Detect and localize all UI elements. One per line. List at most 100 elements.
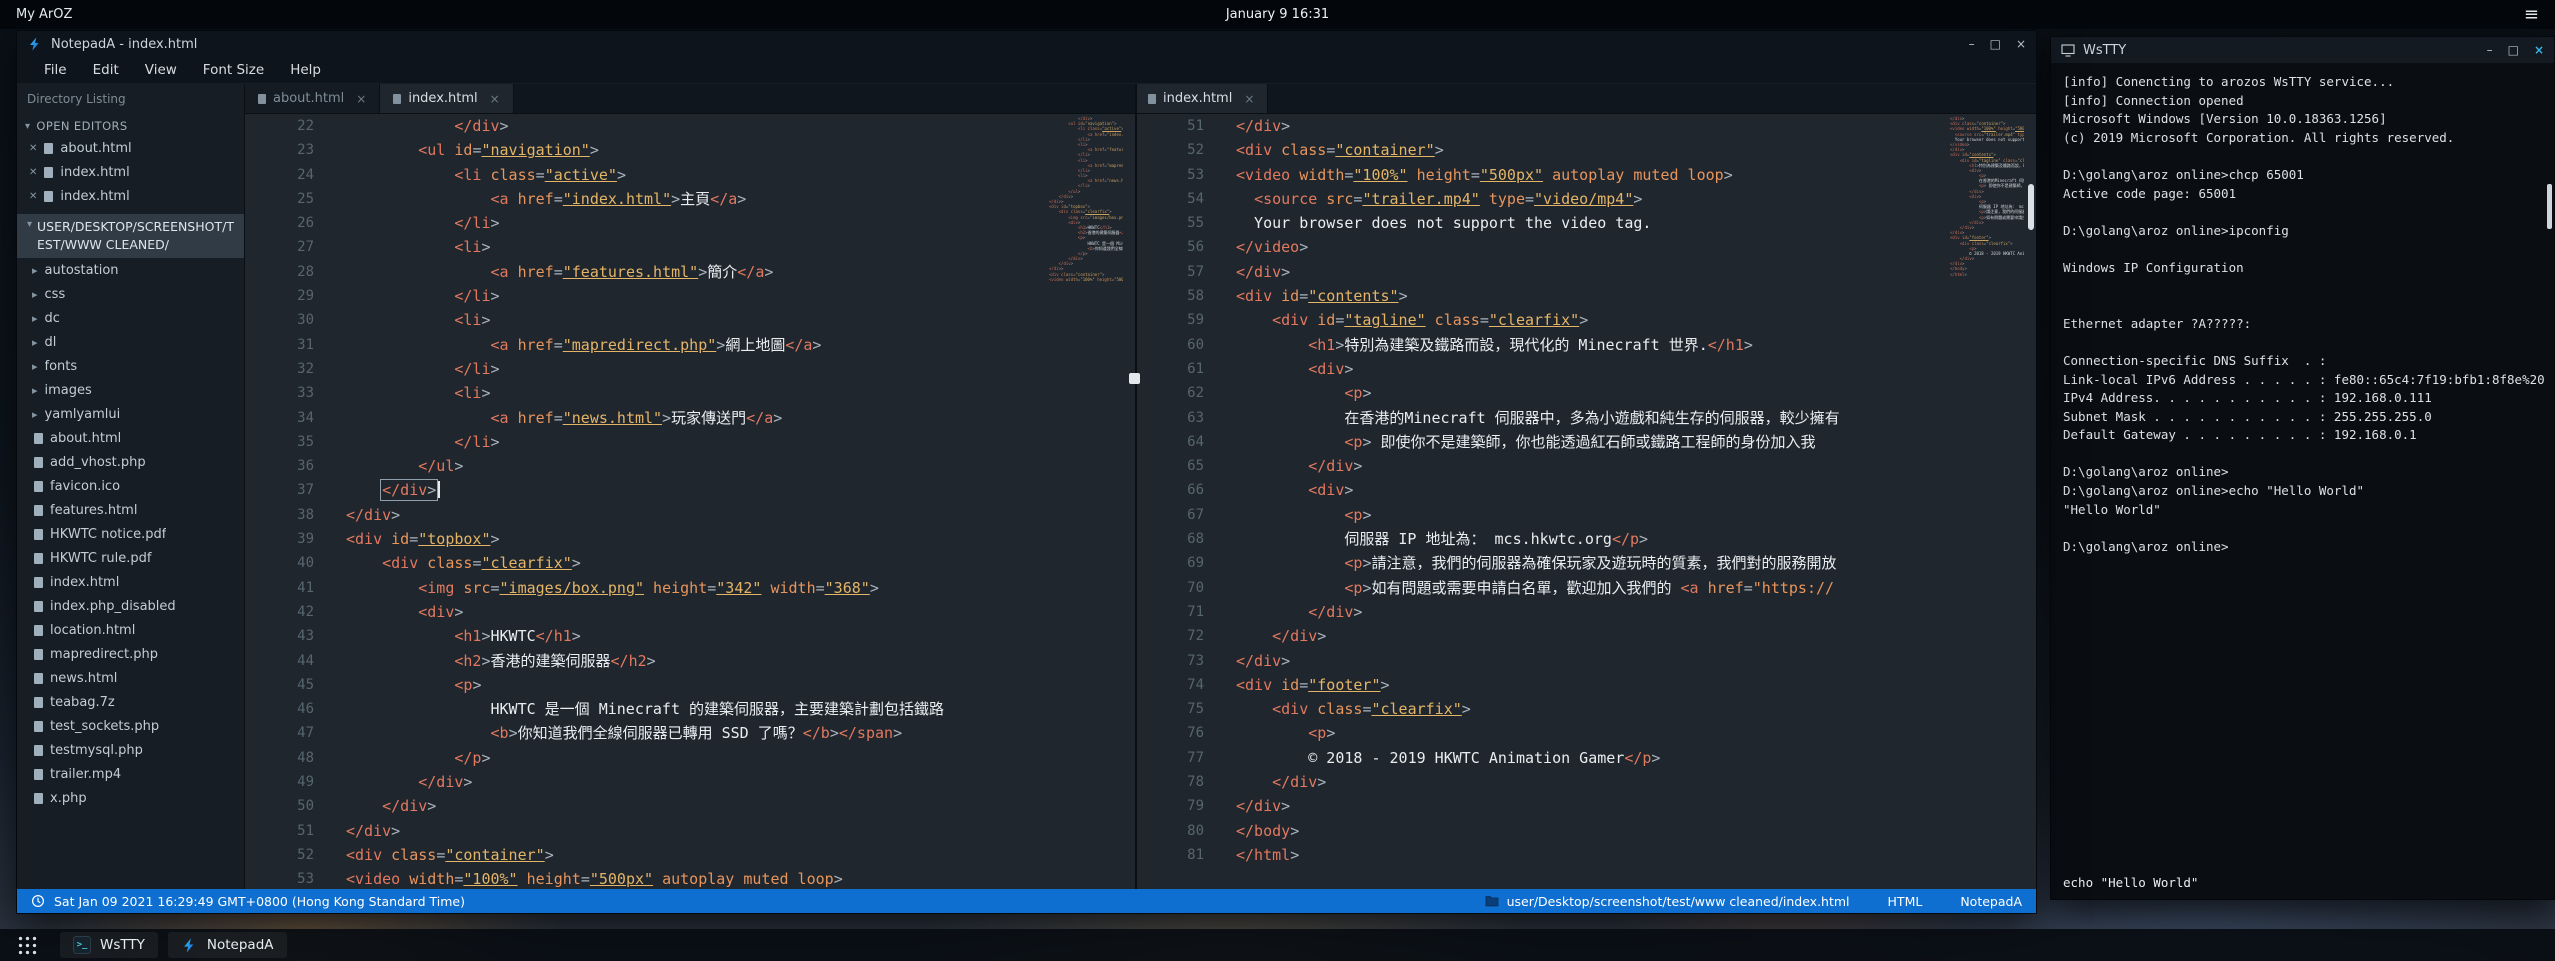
tab-index.html[interactable]: index.html× (380, 84, 513, 113)
file-item[interactable]: teabag.7z (17, 690, 244, 714)
caret-right-icon: ▸ (32, 336, 38, 349)
file-item[interactable]: about.html (17, 426, 244, 450)
scrollbar-thumb[interactable] (2028, 184, 2034, 230)
editor-pane-left: about.html×index.html× 22232425262728293… (245, 84, 1135, 889)
file-item[interactable]: trailer.mp4 (17, 762, 244, 786)
status-language[interactable]: HTML (1888, 894, 1923, 909)
minimap[interactable]: </div> <ul id="navigation"> <li class="a… (1049, 116, 1123, 282)
system-brand[interactable]: My ArOZ (16, 7, 72, 22)
scrollbar-thumb[interactable] (2547, 184, 2552, 229)
status-filepath[interactable]: user/Desktop/screenshot/test/www cleaned… (1507, 894, 1850, 909)
terminal-line (2063, 519, 2542, 538)
maximize-button[interactable]: □ (2508, 44, 2519, 56)
system-clock: January 9 16:31 (1226, 7, 1329, 22)
file-item[interactable]: HKWTC rule.pdf (17, 546, 244, 570)
code-area[interactable]: </div><div class="container"><video widt… (1220, 114, 2036, 889)
line-number: 43 (245, 624, 314, 648)
gutter: 2223242526272829303132333435363738394041… (245, 114, 330, 889)
code-line: <video width="100%" height="500px" autop… (1236, 163, 2036, 187)
file-label: index.html (50, 575, 119, 590)
folder-item[interactable]: ▸dl (17, 330, 244, 354)
file-item[interactable]: x.php (17, 786, 244, 810)
root-folder-header[interactable]: ▾ USER/DESKTOP/SCREENSHOT/TEST/WWW CLEAN… (17, 214, 244, 258)
file-item[interactable]: index.php_disabled (17, 594, 244, 618)
line-number: 59 (1135, 308, 1204, 332)
pane-splitter-handle[interactable] (1129, 373, 1140, 384)
folder-item[interactable]: ▸css (17, 282, 244, 306)
file-item[interactable]: favicon.ico (17, 474, 244, 498)
code-line: <a href="index.html">主頁</a> (346, 187, 1135, 211)
editor-right[interactable]: 5152535455565758596061626364656667686970… (1135, 114, 2036, 889)
terminal-line: Subnet Mask . . . . . . . . . . . : 255.… (2063, 408, 2542, 427)
open-editors-header[interactable]: ▾ OPEN EDITORS (17, 116, 244, 136)
gutter: 5152535455565758596061626364656667686970… (1135, 114, 1220, 889)
close-editor-icon[interactable]: ✕ (29, 167, 37, 178)
menu-edit[interactable]: Edit (80, 57, 132, 83)
close-tab-icon[interactable]: × (1244, 92, 1254, 106)
folder-label: yamlyamlui (45, 407, 121, 422)
terminal-input[interactable]: echo "Hello World" (2063, 875, 2198, 890)
matched-tag-highlight: </div> (382, 481, 436, 499)
hamburger-menu-icon[interactable]: ≡ (2524, 4, 2539, 25)
line-number: 42 (245, 600, 314, 624)
taskbar: >_ WsTTY NotepadA (0, 929, 2555, 961)
close-button[interactable]: × (2534, 44, 2544, 56)
terminal-line: Active code page: 65001 (2063, 185, 2542, 204)
file-item[interactable]: mapredirect.php (17, 642, 244, 666)
open-editor-item[interactable]: ✕about.html (17, 136, 244, 160)
code-line: </body> (1236, 819, 2036, 843)
line-number: 54 (1135, 187, 1204, 211)
file-item[interactable]: testmysql.php (17, 738, 244, 762)
tab-index.html[interactable]: index.html× (1135, 84, 1268, 113)
window-title: WsTTY (2083, 43, 2126, 58)
file-item[interactable]: news.html (17, 666, 244, 690)
maximize-button[interactable]: □ (1990, 38, 2001, 50)
code-line: </li> (346, 211, 1135, 235)
file-item[interactable]: HKWTC notice.pdf (17, 522, 244, 546)
close-tab-icon[interactable]: × (490, 92, 500, 106)
close-button[interactable]: × (2016, 38, 2026, 50)
folder-item[interactable]: ▸autostation (17, 258, 244, 282)
file-item[interactable]: location.html (17, 618, 244, 642)
terminal-output[interactable]: [info] Conencting to arozos WsTTY servic… (2051, 63, 2554, 865)
file-item[interactable]: test_sockets.php (17, 714, 244, 738)
line-number: 57 (1135, 260, 1204, 284)
code-area[interactable]: </div> <ul id="navigation"> <li class="a… (330, 114, 1135, 889)
notepada-titlebar[interactable]: NotepadA - index.html – □ × (17, 31, 2036, 57)
menu-help[interactable]: Help (277, 57, 334, 83)
file-item[interactable]: add_vhost.php (17, 450, 244, 474)
terminal-line (2063, 147, 2542, 166)
minimize-button[interactable]: – (1969, 38, 1975, 50)
file-icon (393, 94, 401, 104)
open-editor-item[interactable]: ✕index.html (17, 160, 244, 184)
close-tab-icon[interactable]: × (356, 92, 366, 106)
minimize-button[interactable]: – (2487, 44, 2493, 56)
taskbar-item-wstty[interactable]: >_ WsTTY (60, 932, 158, 958)
directory-sidebar: Directory Listing ▾ OPEN EDITORS ✕about.… (17, 84, 245, 889)
menu-view[interactable]: View (132, 57, 190, 83)
minimap[interactable]: </div><div class="container"><video widt… (1950, 116, 2024, 277)
wstty-titlebar[interactable]: WsTTY – □ × (2051, 37, 2554, 63)
close-editor-icon[interactable]: ✕ (29, 143, 37, 154)
tab-about.html[interactable]: about.html× (245, 84, 380, 113)
line-number: 35 (245, 430, 314, 454)
folder-item[interactable]: ▸fonts (17, 354, 244, 378)
taskbar-item-notepada[interactable]: NotepadA (168, 932, 287, 958)
editor-left[interactable]: 2223242526272829303132333435363738394041… (245, 114, 1135, 889)
pane-splitter[interactable] (1135, 84, 1137, 889)
line-number: 53 (245, 867, 314, 889)
menu-font-size[interactable]: Font Size (190, 57, 277, 83)
terminal-line: "Hello World" (2063, 501, 2542, 520)
folder-item[interactable]: ▸images (17, 378, 244, 402)
file-list: about.htmladd_vhost.phpfavicon.icofeatur… (17, 426, 244, 810)
folder-item[interactable]: ▸yamlyamlui (17, 402, 244, 426)
caret-right-icon: ▸ (32, 288, 38, 301)
open-editor-item[interactable]: ✕index.html (17, 184, 244, 208)
folder-item[interactable]: ▸dc (17, 306, 244, 330)
close-editor-icon[interactable]: ✕ (29, 191, 37, 202)
file-item[interactable]: features.html (17, 498, 244, 522)
menu-file[interactable]: File (31, 57, 80, 83)
file-item[interactable]: index.html (17, 570, 244, 594)
app-launcher-button[interactable] (4, 929, 50, 961)
line-number: 44 (245, 649, 314, 673)
